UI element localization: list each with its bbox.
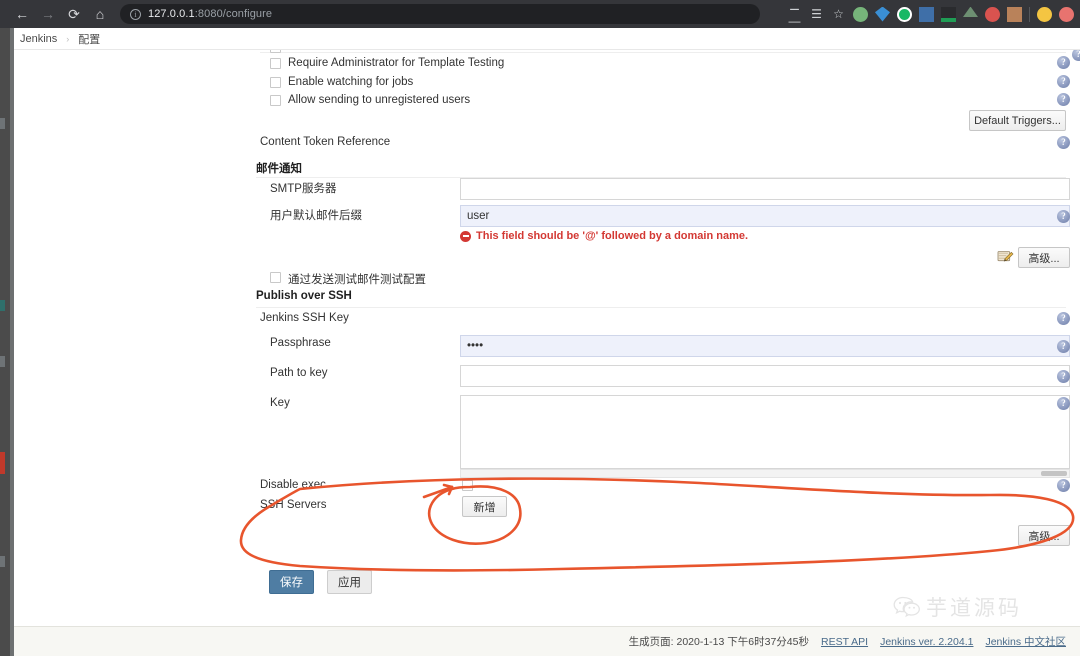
path-to-key-input[interactable]: [460, 365, 1070, 387]
help-icon-passphrase[interactable]: ?: [1057, 340, 1070, 353]
help-icon-email-suffix[interactable]: ?: [1057, 210, 1070, 223]
label-key: Key: [270, 397, 290, 409]
footer-link-jenkins-version[interactable]: Jenkins ver. 2.204.1: [880, 636, 973, 648]
email-advanced-button[interactable]: 高级...: [1018, 247, 1070, 268]
add-ssh-server-button[interactable]: 新增: [462, 496, 507, 517]
extension-green-dot-icon[interactable]: [853, 6, 868, 22]
extension-pink-dot-icon[interactable]: [1059, 6, 1074, 22]
footer-link-chinese-community[interactable]: Jenkins 中文社区: [985, 634, 1066, 649]
breadcrumb-separator-icon: ›: [66, 33, 70, 44]
address-bar-url: 127.0.0.1:8080/configure: [148, 8, 273, 20]
label-email-suffix: 用户默认邮件后缀: [270, 210, 362, 222]
help-icon-path-to-key[interactable]: ?: [1057, 370, 1070, 383]
checkbox-label-test-email-config: 通过发送测试邮件测试配置: [288, 274, 426, 286]
section-divider-top: [260, 52, 1066, 53]
help-icon-content-token[interactable]: ?: [1057, 136, 1070, 149]
key-icon[interactable]: ⚊—: [787, 0, 802, 29]
footer-link-rest-api[interactable]: REST API: [821, 636, 868, 648]
help-icon-jenkins-ssh-key[interactable]: ?: [1057, 312, 1070, 325]
notepad-pencil-icon: [997, 251, 1014, 262]
address-bar[interactable]: i 127.0.0.1:8080/configure: [120, 4, 760, 24]
label-disable-exec: Disable exec: [260, 479, 326, 491]
checkbox-label-require-admin: Require Administrator for Template Testi…: [288, 57, 505, 69]
default-triggers-button[interactable]: Default Triggers...: [969, 110, 1066, 131]
extension-red-dot-icon[interactable]: [985, 6, 1000, 22]
checkbox-cutoff[interactable]: [270, 50, 281, 53]
label-ssh-servers: SSH Servers: [260, 499, 327, 511]
profile-avatar[interactable]: [1037, 6, 1052, 22]
screenshot-root: ← → ⟳ ⌂ i 127.0.0.1:8080/configure ⚊— ☰ …: [0, 0, 1080, 656]
help-icon-require-admin[interactable]: ?: [1057, 56, 1070, 69]
background-window-strip: [0, 0, 14, 656]
help-icon-disable-exec[interactable]: ?: [1057, 479, 1070, 492]
extension-icons: ⚊— ☰ ☆: [787, 0, 1074, 28]
browser-toolbar: ← → ⟳ ⌂ i 127.0.0.1:8080/configure ⚊— ☰ …: [0, 0, 1080, 28]
forward-icon[interactable]: →: [36, 2, 60, 26]
bookmark-star-icon[interactable]: ☆: [831, 7, 846, 22]
label-passphrase: Passphrase: [270, 337, 331, 349]
label-smtp-server: SMTP服务器: [270, 183, 337, 195]
reload-icon[interactable]: ⟳: [62, 2, 86, 26]
checkbox-label-enable-watching: Enable watching for jobs: [288, 76, 414, 88]
label-jenkins-ssh-key: Jenkins SSH Key: [260, 312, 349, 324]
toolbar-divider: [1029, 6, 1030, 22]
label-path-to-key: Path to key: [270, 367, 328, 379]
reading-list-icon[interactable]: ☰: [809, 7, 824, 22]
help-icon-cutoff[interactable]: ?: [1072, 50, 1080, 61]
key-horizontal-scrollbar[interactable]: [460, 469, 1070, 478]
configure-form: ? Require Administrator for Template Tes…: [14, 50, 1080, 626]
help-icon-key[interactable]: ?: [1057, 397, 1070, 410]
breadcrumb-root[interactable]: Jenkins: [20, 33, 57, 45]
checkbox-test-email-config[interactable]: [270, 272, 281, 283]
extension-diamond-icon[interactable]: [875, 6, 890, 22]
checkbox-label-allow-unregistered: Allow sending to unregistered users: [288, 94, 471, 106]
section-title-email: 邮件通知: [256, 163, 302, 175]
save-button[interactable]: 保存: [269, 570, 314, 594]
validation-error-email-suffix: This field should be '@' followed by a d…: [460, 230, 748, 242]
email-suffix-input[interactable]: [460, 205, 1070, 227]
validation-error-text: This field should be '@' followed by a d…: [476, 230, 749, 242]
extension-robot-icon[interactable]: [1007, 6, 1022, 22]
checkbox-disable-exec[interactable]: [462, 480, 473, 491]
smtp-server-input[interactable]: [460, 178, 1070, 200]
content-token-reference-label[interactable]: Content Token Reference: [260, 136, 390, 148]
checkbox-enable-watching[interactable]: [270, 77, 281, 88]
error-icon: [460, 230, 471, 242]
checkbox-require-admin[interactable]: [270, 58, 281, 69]
divider-ssh-section: [256, 307, 1066, 308]
extension-check-icon[interactable]: [897, 6, 912, 22]
page-footer: 生成页面: 2020-1-13 下午6时37分45秒 REST API Jenk…: [14, 626, 1080, 656]
section-title-publish-over-ssh: Publish over SSH: [256, 290, 352, 302]
passphrase-input[interactable]: [460, 335, 1070, 357]
help-icon-enable-watching[interactable]: ?: [1057, 75, 1070, 88]
breadcrumb: Jenkins › 配置: [14, 28, 1080, 50]
help-icon-allow-unregistered[interactable]: ?: [1057, 93, 1070, 106]
home-icon[interactable]: ⌂: [88, 2, 112, 26]
checkbox-allow-unregistered[interactable]: [270, 95, 281, 106]
back-icon[interactable]: ←: [10, 2, 34, 26]
breadcrumb-current[interactable]: 配置: [78, 31, 100, 47]
apply-button[interactable]: 应用: [327, 570, 372, 594]
ssh-advanced-button[interactable]: 高级...: [1018, 525, 1070, 546]
site-info-icon[interactable]: i: [130, 8, 141, 20]
extension-tree-icon[interactable]: [963, 6, 978, 17]
extension-blue-puzzle-icon[interactable]: [919, 6, 934, 22]
key-textarea[interactable]: [460, 395, 1070, 469]
extension-dark-icon[interactable]: [941, 6, 956, 22]
generated-timestamp: 生成页面: 2020-1-13 下午6时37分45秒: [628, 636, 809, 648]
